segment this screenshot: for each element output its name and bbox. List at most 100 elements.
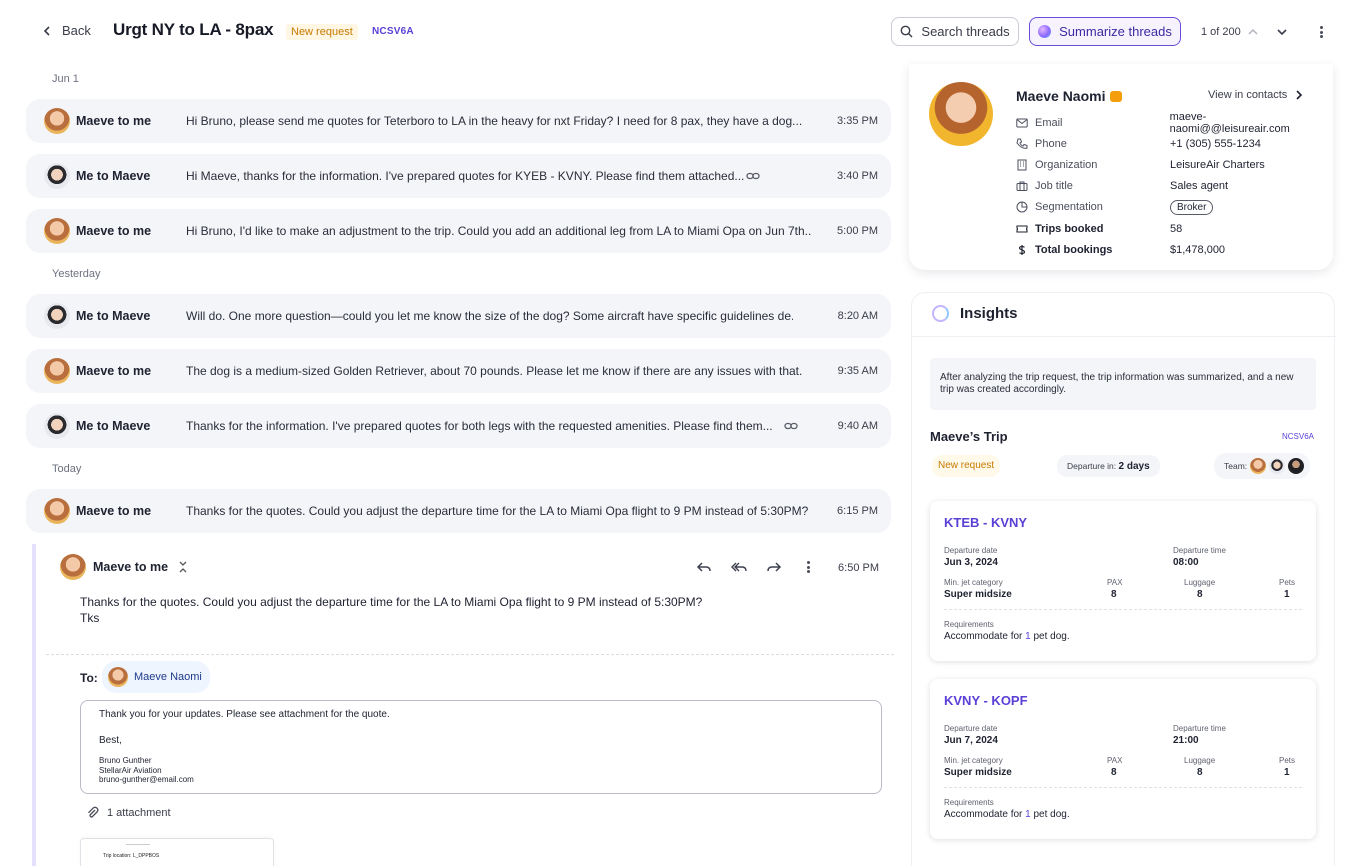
chevron-down-icon[interactable]	[1275, 25, 1289, 39]
message-time: 9:40 AM	[837, 420, 878, 432]
pie-chart-icon	[1016, 201, 1028, 213]
req-prefix: Accommodate for	[944, 631, 1023, 642]
attachment-thumbnail[interactable]: Trip location: L_DPPBOS	[80, 838, 274, 866]
divider	[944, 609, 1302, 610]
reply-line: Thank you for your updates. Please see a…	[99, 709, 390, 720]
contact-label: Segmentation	[1035, 201, 1103, 213]
view-in-contacts-link[interactable]: View in contacts	[1208, 89, 1303, 101]
field-label: Departure time	[1173, 724, 1226, 733]
briefcase-icon	[1016, 181, 1028, 191]
link-icon	[746, 172, 760, 180]
expanded-message: Maeve to me 6:50 PM Thanks for the quote…	[32, 544, 894, 866]
recipient-name: Maeve Naomi	[134, 671, 202, 683]
reply-all-icon[interactable]	[731, 559, 747, 575]
message-snippet: Hi Bruno, please send me quotes for Tete…	[186, 114, 803, 128]
search-icon	[901, 25, 913, 38]
jet-category: Super midsize	[944, 589, 1012, 600]
insights-header: Insights	[912, 293, 1336, 337]
message-snippet: Hi Maeve, thanks for the information. I'…	[186, 169, 745, 183]
reply-editor[interactable]: Thank you for your updates. Please see a…	[80, 700, 882, 794]
day-separator: Today	[52, 463, 82, 475]
message-snippet: Hi Bruno, I'd like to make an adjustment…	[186, 224, 812, 238]
recipient-chip[interactable]: Maeve Naomi	[102, 661, 210, 693]
contact-value[interactable]: maeve-naomi@@leisureair.com	[1170, 111, 1326, 135]
contact-value: $1,478,000	[1170, 244, 1226, 256]
to-label: To:	[80, 671, 98, 685]
message-time: 8:20 AM	[837, 310, 878, 322]
thread-message-row[interactable]: Me to Maeve Will do. One more question—c…	[26, 294, 891, 338]
collapse-icon[interactable]	[177, 560, 189, 574]
paperclip-icon	[88, 806, 99, 818]
top-bar: Back Urgt NY to LA - 8pax New request NC…	[0, 0, 1360, 64]
search-threads-button[interactable]: Search threads	[891, 17, 1019, 46]
luggage-count: 8	[1197, 589, 1203, 600]
message-time: 3:35 PM	[837, 115, 878, 127]
more-options-icon[interactable]	[1314, 24, 1328, 40]
contact-label: Phone	[1035, 138, 1067, 150]
departure-time: 21:00	[1173, 735, 1199, 746]
contact-row-trips-booked: Trips booked 58	[1016, 221, 1326, 237]
message-snippet: The dog is a medium-sized Golden Retriev…	[186, 364, 803, 378]
contact-name-wrap: Maeve Naomi	[1016, 88, 1123, 104]
contact-label: Organization	[1035, 159, 1098, 171]
contact-label: Job title	[1035, 180, 1073, 192]
avatar	[108, 667, 128, 687]
trip-leg-card[interactable]: KVNY - KOPF Departure date Jun 7, 2024 D…	[930, 679, 1316, 839]
signature-email: bruno-gunther@email.com	[99, 775, 194, 784]
dollar-icon	[1018, 245, 1026, 255]
thread-message-row[interactable]: Me to Maeve Thanks for the information. …	[26, 404, 891, 448]
field-label: PAX	[1107, 756, 1123, 765]
reply-line: Best,	[99, 735, 122, 746]
back-button[interactable]: Back	[42, 23, 91, 38]
message-sender: Me to Maeve	[76, 169, 151, 183]
field-label: Luggage	[1184, 756, 1216, 765]
building-icon	[1017, 159, 1027, 171]
chevron-up-icon[interactable]	[1246, 25, 1260, 39]
message-time: 9:35 AM	[837, 365, 878, 377]
field-label: Pets	[1279, 756, 1296, 765]
trip-leg-card[interactable]: KTEB - KVNY Departure date Jun 3, 2024 D…	[930, 501, 1316, 661]
message-body: Thanks for the quotes. Could you adjust …	[80, 594, 702, 626]
contact-value: LeisureAir Charters	[1170, 159, 1265, 171]
signature-name: Bruno Gunther	[99, 756, 152, 765]
trip-code[interactable]: NCSV6A	[1282, 432, 1314, 441]
avatar	[1269, 458, 1286, 474]
link-icon	[784, 422, 798, 430]
contact-label: Total bookings	[1035, 244, 1113, 256]
thread-message-row[interactable]: Maeve to me Hi Bruno, I'd like to make a…	[26, 209, 891, 253]
attachment-toggle[interactable]: 1 attachment	[86, 806, 171, 819]
contact-row-total-bookings: Total bookings $1,478,000	[1016, 242, 1326, 258]
field-label: Requirements	[944, 620, 994, 629]
team-label: Team:	[1224, 461, 1248, 471]
attachment-thumb-text: Trip location: L_DPPBOS	[103, 853, 160, 859]
ticket-icon	[1016, 225, 1028, 233]
contact-value[interactable]: +1 (305) 555-1234	[1170, 138, 1261, 150]
departure-in-value: 2 days	[1118, 461, 1150, 472]
thread-message-row[interactable]: Me to Maeve Hi Maeve, thanks for the inf…	[26, 154, 891, 198]
divider	[944, 787, 1302, 788]
pets-count: 1	[1284, 767, 1290, 778]
avatar	[60, 554, 86, 580]
thread-message-row[interactable]: Maeve to me Thanks for the quotes. Could…	[26, 489, 891, 533]
message-sender: Maeve to me	[76, 364, 152, 378]
thread-message-row[interactable]: Maeve to me Hi Bruno, please send me quo…	[26, 99, 891, 143]
back-label: Back	[62, 23, 91, 38]
message-body-line: Tks	[80, 611, 100, 625]
message-snippet: Will do. One more question—could you let…	[186, 309, 793, 323]
departure-date: Jun 7, 2024	[944, 735, 998, 746]
avatar	[44, 163, 70, 189]
team-badge[interactable]: Team:	[1214, 453, 1311, 479]
forward-icon[interactable]	[766, 559, 782, 575]
departure-date: Jun 3, 2024	[944, 557, 998, 568]
insights-logo-icon	[932, 305, 949, 322]
luggage-count: 8	[1197, 767, 1203, 778]
field-label: Departure time	[1173, 546, 1226, 555]
message-sender: Maeve to me	[76, 504, 152, 518]
message-more-icon[interactable]	[804, 559, 812, 575]
jet-category: Super midsize	[944, 767, 1012, 778]
summarize-threads-button[interactable]: Summarize threads	[1029, 17, 1181, 46]
message-time: 3:40 PM	[837, 170, 878, 182]
thread-message-row[interactable]: Maeve to me The dog is a medium-sized Go…	[26, 349, 891, 393]
reply-icon[interactable]	[696, 559, 712, 575]
avatar	[44, 218, 70, 244]
